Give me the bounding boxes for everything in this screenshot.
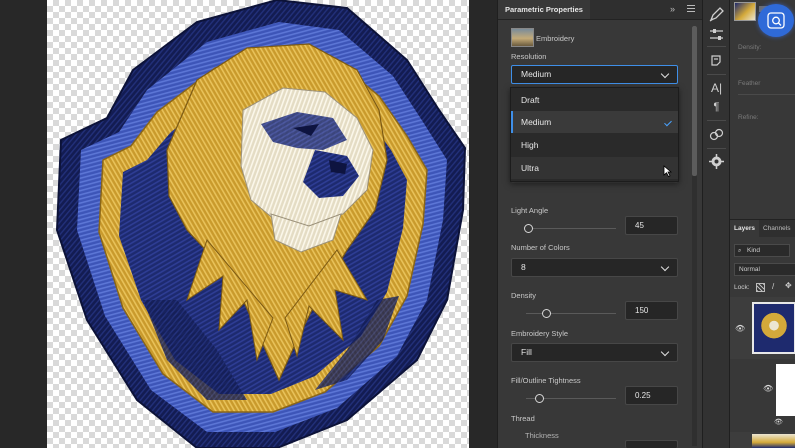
collapse-icon[interactable]: »	[670, 4, 680, 14]
embroidery-style-label: Embroidery Style	[511, 329, 569, 338]
eye-icon[interactable]: 👁︎	[763, 384, 773, 393]
density-dim-track	[738, 58, 795, 59]
layer-filter-select[interactable]: ⌕ Kind	[734, 244, 790, 257]
mouse-cursor-icon	[663, 165, 672, 177]
brush-tool-icon[interactable]	[708, 6, 725, 23]
blend-mode-value: Normal	[739, 266, 760, 273]
history-icon[interactable]	[708, 52, 725, 69]
eye-icon[interactable]: 👁︎	[774, 418, 783, 426]
paths-icon[interactable]	[708, 126, 725, 143]
resolution-option-high[interactable]: High	[511, 134, 678, 156]
lock-label: Lock:	[734, 284, 750, 291]
layer-thumbnail	[752, 434, 795, 448]
tab-channels[interactable]: Channels	[763, 220, 790, 237]
effect-row[interactable]: 👁︎	[730, 418, 795, 430]
density-slider-handle[interactable]	[542, 309, 551, 318]
embroidery-style-value: Fill	[521, 347, 532, 357]
resolution-select[interactable]: Medium	[511, 65, 678, 84]
resolution-option-ultra-label: Ultra	[521, 163, 539, 173]
blend-mode-select[interactable]: Normal	[734, 263, 795, 276]
layer-row[interactable]: 👁︎	[730, 297, 795, 359]
properties-panel: Parametric Properties » Embroidery Resol…	[497, 0, 703, 448]
lock-paint-icon[interactable]: /	[772, 283, 774, 291]
light-angle-slider-track[interactable]	[526, 228, 616, 229]
resolution-option-ultra[interactable]: Ultra	[511, 157, 678, 179]
tightness-input[interactable]: 0.25	[625, 386, 678, 405]
number-of-colors-value: 8	[521, 262, 526, 272]
resolution-value: Medium	[521, 69, 552, 79]
thickness-input[interactable]	[625, 440, 678, 448]
tab-parametric-properties[interactable]: Parametric Properties	[498, 0, 590, 19]
adjustments-icon[interactable]	[708, 26, 725, 43]
layer-type-label: Embroidery	[536, 34, 575, 43]
properties-tab-bar: Parametric Properties »	[498, 0, 703, 20]
feather-dim-track	[738, 94, 795, 95]
density-dim-label: Density:	[738, 44, 762, 51]
light-angle-label: Light Angle	[511, 206, 549, 215]
layer-mask-thumbnail	[776, 364, 795, 416]
embroidered-lion-artwork	[55, 0, 467, 448]
contextual-settings-icon[interactable]	[708, 153, 725, 170]
layer-row[interactable]: 👁︎	[730, 360, 795, 418]
feather-dim-label: Feather	[738, 80, 761, 87]
thread-label: Thread	[511, 414, 535, 423]
panel-icon-column: A| ¶	[702, 0, 730, 448]
layers-tab-bar: Layers Channels	[730, 219, 795, 237]
lock-position-icon[interactable]: ✥	[785, 282, 792, 290]
chevron-down-icon	[660, 69, 670, 79]
resolution-option-medium[interactable]: Medium	[511, 111, 678, 133]
resolution-dropdown-menu: Draft Medium High Ultra	[510, 87, 679, 182]
density-slider-track[interactable]	[526, 313, 616, 314]
chevron-down-icon	[660, 347, 670, 357]
lock-pixels-icon[interactable]	[756, 283, 765, 292]
checkmark-icon	[664, 118, 672, 127]
tightness-slider-handle[interactable]	[535, 394, 544, 403]
number-of-colors-label: Number of Colors	[511, 243, 570, 252]
resolution-label: Resolution	[511, 52, 547, 61]
resolution-option-draft[interactable]: Draft	[511, 89, 678, 111]
number-of-colors-select[interactable]: 8	[511, 258, 678, 277]
fill-outline-tightness-label: Fill/Outline Tightness	[511, 376, 581, 385]
refine-dim-label: Refine:	[738, 114, 759, 121]
layer-thumbnail-top[interactable]	[734, 2, 756, 21]
character-icon[interactable]: A|	[708, 80, 725, 97]
layer-row[interactable]	[730, 432, 795, 448]
light-angle-input[interactable]: 45	[625, 216, 678, 235]
paragraph-icon[interactable]: ¶	[708, 99, 725, 116]
properties-scrollbar[interactable]	[692, 26, 697, 446]
document-canvas[interactable]	[47, 0, 469, 448]
density-label: Density	[511, 291, 537, 300]
light-angle-slider-handle[interactable]	[524, 224, 533, 233]
layer-thumbnail	[752, 302, 795, 354]
panel-menu-icon[interactable]	[687, 5, 695, 13]
tab-layers[interactable]: Layers	[730, 220, 759, 237]
right-panels: Density: Feather Refine: Layers Channels…	[729, 0, 795, 448]
resolution-option-medium-label: Medium	[521, 117, 552, 127]
chevron-down-icon	[660, 262, 670, 272]
density-input[interactable]: 150	[625, 301, 678, 320]
embroidery-thumbnail	[511, 28, 534, 47]
canvas-area[interactable]	[0, 0, 497, 448]
embroidery-style-select[interactable]: Fill	[511, 343, 678, 362]
thread-thickness-label: Thickness	[525, 431, 559, 440]
layer-filter-value: Kind	[747, 247, 761, 254]
search-icon: ⌕	[738, 248, 742, 254]
visual-search-icon[interactable]	[758, 4, 794, 37]
eye-icon[interactable]: 👁︎	[735, 324, 745, 333]
